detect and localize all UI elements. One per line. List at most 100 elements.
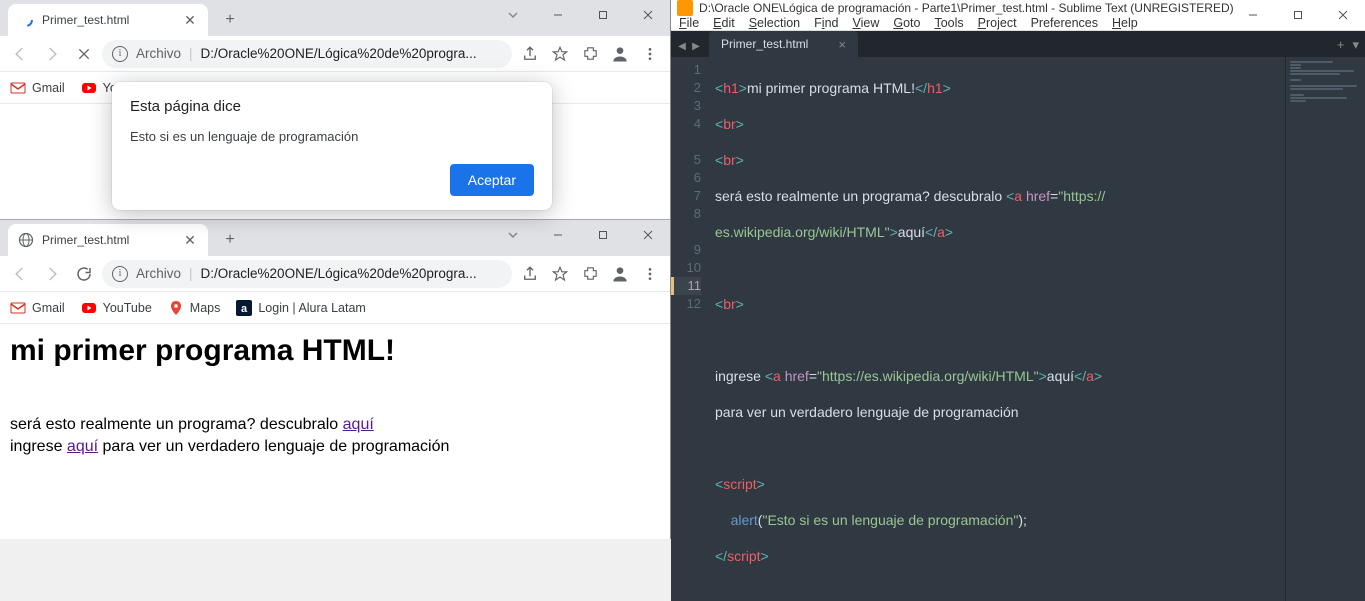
close-window-button[interactable]	[625, 220, 670, 250]
address-bar[interactable]: i Archivo | D:/Oracle%20ONE/Lógica%20de%…	[102, 260, 512, 288]
bookmark-star-icon[interactable]	[546, 40, 574, 68]
minimize-button[interactable]	[1230, 0, 1275, 30]
menu-preferences[interactable]: Preferences	[1031, 16, 1098, 30]
youtube-icon	[81, 300, 97, 316]
profile-avatar[interactable]	[606, 260, 634, 288]
editor-area[interactable]: 1 2 3 4 5 6 7 8 9 10 11 12 <h1>mi primer…	[671, 57, 1365, 601]
tab-dropdown-icon[interactable]: ▾	[1352, 37, 1359, 53]
menu-edit[interactable]: Edit	[713, 16, 735, 30]
chrome-titlebar[interactable]: Primer_test.html ✕ +	[0, 220, 670, 256]
minimap[interactable]	[1285, 57, 1365, 601]
url-scheme: Archivo	[136, 46, 181, 61]
svg-text:a: a	[241, 303, 248, 315]
menu-find[interactable]: Find	[814, 16, 838, 30]
page-line-2: ingrese aquí para ver un verdadero lengu…	[10, 436, 660, 458]
tab-history-back-icon[interactable]: ◀	[675, 35, 689, 57]
bookmark-youtube[interactable]: YouTube	[81, 300, 152, 316]
sublime-window: D:\Oracle ONE\Lógica de programación - P…	[671, 0, 1365, 539]
tab-history-forward-icon[interactable]: ▶	[689, 35, 703, 57]
chrome-window-top: Primer_test.html ✕ + i Archiv	[0, 0, 670, 220]
menu-view[interactable]: View	[852, 16, 879, 30]
close-tab-icon[interactable]: ✕	[182, 12, 198, 28]
page-body: mi primer programa HTML! será esto realm…	[0, 324, 670, 539]
maps-icon	[168, 300, 184, 316]
line-gutter: 1 2 3 4 5 6 7 8 9 10 11 12	[671, 57, 711, 601]
menu-file[interactable]: File	[679, 16, 699, 30]
editor-tab-label: Primer_test.html	[721, 37, 808, 51]
back-button[interactable]	[6, 40, 34, 68]
chrome-toolbar: i Archivo | D:/Oracle%20ONE/Lógica%20de%…	[0, 256, 670, 292]
close-tab-icon[interactable]: ×	[838, 37, 846, 52]
bookmark-label: Maps	[190, 301, 221, 315]
maximize-button[interactable]	[580, 0, 625, 30]
tab-title: Primer_test.html	[42, 233, 129, 247]
page-line-1: será esto realmente un programa? descubr…	[10, 414, 660, 436]
tab-favicon	[18, 232, 34, 248]
back-button[interactable]	[6, 260, 34, 288]
chrome-toolbar: i Archivo | D:/Oracle%20ONE/Lógica%20de%…	[0, 36, 670, 72]
reload-button[interactable]	[70, 260, 98, 288]
alura-icon: a	[236, 300, 252, 316]
chrome-menu-icon[interactable]	[636, 260, 664, 288]
forward-button[interactable]	[38, 40, 66, 68]
editor-tab[interactable]: Primer_test.html ×	[709, 31, 858, 57]
bookmark-label: YouTube	[103, 301, 152, 315]
minimize-button[interactable]	[535, 0, 580, 30]
menu-project[interactable]: Project	[978, 16, 1017, 30]
window-dropdown-icon[interactable]	[490, 220, 535, 250]
bookmark-gmail[interactable]: Gmail	[10, 300, 65, 316]
sublime-logo-icon	[677, 0, 693, 16]
site-info-icon[interactable]: i	[112, 266, 128, 282]
new-tab-button[interactable]: +	[216, 226, 244, 254]
share-icon[interactable]	[516, 260, 544, 288]
sublime-titlebar[interactable]: D:\Oracle ONE\Lógica de programación - P…	[671, 0, 1365, 16]
browser-tab[interactable]: Primer_test.html ✕	[8, 4, 208, 36]
url-separator: |	[189, 46, 193, 61]
close-tab-icon[interactable]: ✕	[182, 232, 198, 248]
chrome-menu-icon[interactable]	[636, 40, 664, 68]
share-icon[interactable]	[516, 40, 544, 68]
tab-title: Primer_test.html	[42, 13, 129, 27]
link-aqui-1[interactable]: aquí	[343, 416, 374, 433]
url-path: D:/Oracle%20ONE/Lógica%20de%20progra...	[201, 46, 477, 61]
profile-avatar[interactable]	[606, 40, 634, 68]
extensions-icon[interactable]	[576, 40, 604, 68]
browser-tab[interactable]: Primer_test.html ✕	[8, 224, 208, 256]
close-window-button[interactable]	[625, 0, 670, 30]
url-scheme: Archivo	[136, 266, 181, 281]
bookmarks-bar: Gmail YouTube Maps a Login | Alura Latam	[0, 292, 670, 324]
menu-help[interactable]: Help	[1112, 16, 1138, 30]
chrome-titlebar[interactable]: Primer_test.html ✕ +	[0, 0, 670, 36]
youtube-icon	[81, 80, 97, 96]
new-tab-icon[interactable]: +	[1337, 37, 1345, 53]
bookmark-label: Login | Alura Latam	[258, 301, 365, 315]
window-dropdown-icon[interactable]	[490, 0, 535, 30]
close-window-button[interactable]	[1320, 0, 1365, 30]
maximize-button[interactable]	[1275, 0, 1320, 30]
tab-favicon	[18, 12, 34, 28]
menu-selection[interactable]: Selection	[749, 16, 800, 30]
site-info-icon[interactable]: i	[112, 46, 128, 62]
alert-ok-button[interactable]: Aceptar	[450, 164, 534, 196]
address-bar[interactable]: i Archivo | D:/Oracle%20ONE/Lógica%20de%…	[102, 40, 512, 68]
maximize-button[interactable]	[580, 220, 625, 250]
link-aqui-2[interactable]: aquí	[67, 438, 98, 455]
bookmark-label: Gmail	[32, 81, 65, 95]
bookmark-label: Gmail	[32, 301, 65, 315]
bookmark-gmail[interactable]: Gmail	[10, 80, 65, 96]
alert-title: Esta página dice	[130, 98, 534, 115]
menu-tools[interactable]: Tools	[934, 16, 963, 30]
new-tab-button[interactable]: +	[216, 6, 244, 34]
code-content[interactable]: <h1>mi primer programa HTML!</h1> <br> <…	[711, 57, 1285, 601]
minimize-button[interactable]	[535, 220, 580, 250]
alert-message: Esto si es un lenguaje de programación	[130, 129, 534, 144]
menu-goto[interactable]: Goto	[893, 16, 920, 30]
bookmark-maps[interactable]: Maps	[168, 300, 221, 316]
bookmark-alura[interactable]: a Login | Alura Latam	[236, 300, 365, 316]
bookmark-star-icon[interactable]	[546, 260, 574, 288]
page-heading: mi primer programa HTML!	[10, 334, 660, 368]
stop-button[interactable]	[70, 40, 98, 68]
forward-button[interactable]	[38, 260, 66, 288]
extensions-icon[interactable]	[576, 260, 604, 288]
url-separator: |	[189, 266, 193, 281]
